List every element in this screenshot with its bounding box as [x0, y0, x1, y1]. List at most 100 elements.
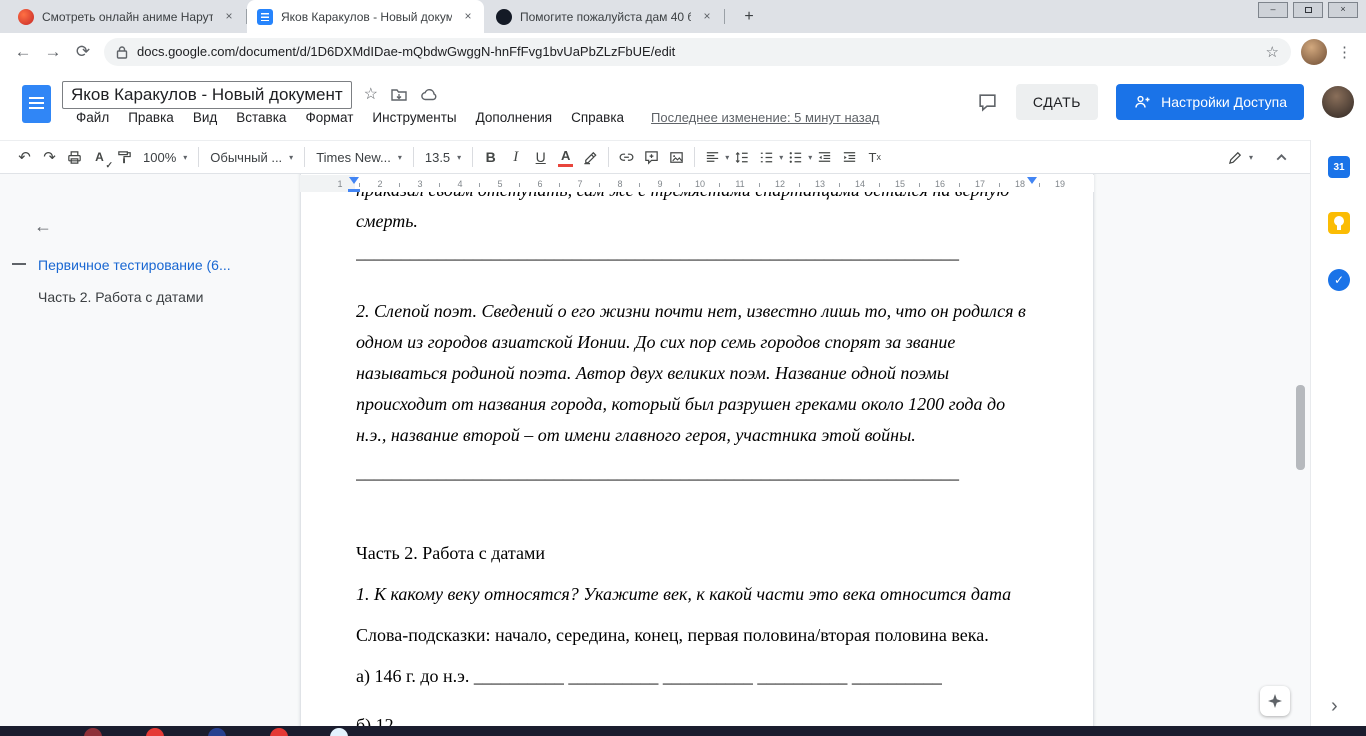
ruler-numbers: 12345678910111213141516171819	[300, 175, 1094, 192]
text-color-button[interactable]: A	[553, 144, 578, 170]
toolbar-divider	[304, 147, 305, 167]
doc-line: смерть.	[356, 206, 1035, 237]
taskbar-app-icon[interactable]	[270, 728, 288, 736]
align-button[interactable]	[700, 144, 725, 170]
vertical-scrollbar[interactable]	[1296, 385, 1305, 470]
hide-side-panel-button[interactable]: ›	[1331, 695, 1338, 718]
menu-tools[interactable]: Инструменты	[372, 110, 456, 125]
numbered-list-button[interactable]	[754, 144, 779, 170]
docs-header: Яков Каракулов - Новый документ ☆ Файл П…	[0, 70, 1366, 140]
highlight-color-button[interactable]	[578, 144, 603, 170]
window-minimize-button[interactable]: –	[1258, 2, 1288, 18]
browser-tab-docs-active[interactable]: Яков Каракулов - Новый докум ×	[247, 0, 484, 33]
tab-close-icon[interactable]: ×	[221, 9, 237, 25]
bold-button[interactable]: B	[478, 144, 503, 170]
menu-file[interactable]: Файл	[76, 110, 109, 125]
italic-button[interactable]: I	[503, 144, 528, 170]
anime-site-favicon	[18, 9, 34, 25]
font-family-select[interactable]: Times New...▾	[310, 144, 408, 170]
paragraph-style-select[interactable]: Обычный ...▾	[204, 144, 299, 170]
screen: Смотреть онлайн аниме Нарут × Яков Карак…	[0, 0, 1366, 736]
right-indent-marker[interactable]	[1027, 177, 1037, 189]
editing-mode-button[interactable]: ▾	[1227, 144, 1253, 170]
forward-button[interactable]: →	[38, 42, 68, 62]
chevron-down-icon: ▾	[457, 153, 461, 162]
document-status-cloud-icon[interactable]	[420, 86, 438, 104]
docs-logo-icon[interactable]	[22, 85, 51, 123]
taskbar-app-icon[interactable]	[84, 728, 102, 736]
decrease-indent-button[interactable]	[812, 144, 837, 170]
paint-format-button[interactable]	[112, 144, 137, 170]
browser-profile-avatar[interactable]	[1301, 39, 1327, 65]
menu-format[interactable]: Формат	[305, 110, 353, 125]
underline-button[interactable]: U	[528, 144, 553, 170]
document-page[interactable]: приказал своим отступать, сам же с тремя…	[300, 174, 1094, 726]
font-size-select[interactable]: 13.5▾	[419, 144, 467, 170]
zoom-select[interactable]: 100%▾	[137, 144, 193, 170]
close-outline-button[interactable]: ←	[34, 216, 52, 237]
tab-close-icon[interactable]: ×	[699, 9, 715, 25]
windows-taskbar[interactable]	[0, 726, 1366, 736]
taskbar-app-icon[interactable]	[208, 728, 226, 736]
window-close-button[interactable]: ×	[1328, 2, 1358, 18]
collapse-menus-button[interactable]	[1269, 144, 1294, 170]
browser-tab-znanija[interactable]: Помогите пожалуйста дам 40 б ×	[486, 0, 723, 33]
move-to-folder-icon[interactable]	[390, 86, 408, 104]
horizontal-ruler[interactable]: 12345678910111213141516171819	[300, 175, 1094, 192]
last-edit-link[interactable]: Последнее изменение: 5 минут назад	[651, 110, 879, 125]
menu-edit[interactable]: Правка	[128, 110, 174, 125]
left-indent-marker[interactable]	[349, 177, 359, 189]
maximize-icon	[1305, 7, 1312, 13]
insert-link-button[interactable]	[614, 144, 639, 170]
outline-position-indicator	[12, 263, 26, 265]
doc-line: называться родиной поэта. Автор двух вел…	[356, 358, 1035, 389]
menu-view[interactable]: Вид	[193, 110, 217, 125]
window-maximize-button[interactable]	[1293, 2, 1323, 18]
clear-formatting-button[interactable]: Tx	[862, 144, 887, 170]
calendar-icon[interactable]: 31	[1328, 156, 1350, 178]
insert-comment-button[interactable]	[639, 144, 664, 170]
first-line-indent-marker[interactable]	[348, 189, 360, 192]
question-line: 1. К какому веку относятся? Укажите век,…	[356, 579, 1035, 610]
person-add-icon	[1133, 93, 1151, 111]
redo-button[interactable]: ↷	[37, 144, 62, 170]
insert-image-button[interactable]	[664, 144, 689, 170]
chevron-down-icon: ▾	[289, 153, 293, 162]
browser-tab-anime[interactable]: Смотреть онлайн аниме Нарут ×	[8, 0, 245, 33]
document-text[interactable]: приказал своим отступать, сам же с тремя…	[356, 175, 1035, 726]
account-avatar[interactable]	[1322, 86, 1354, 118]
increase-indent-button[interactable]	[837, 144, 862, 170]
doc-line: н.э., название второй – от имени главног…	[356, 420, 1035, 451]
address-bar[interactable]: docs.google.com/document/d/1D6DXMdIDae-m…	[104, 38, 1291, 66]
bookmark-star-icon[interactable]: ☆	[1266, 43, 1279, 61]
menu-insert[interactable]: Вставка	[236, 110, 286, 125]
new-tab-button[interactable]: +	[737, 5, 761, 29]
turn-in-button[interactable]: СДАТЬ	[1016, 84, 1098, 120]
tasks-icon[interactable]: ✓	[1328, 269, 1350, 291]
outline-item[interactable]: Часть 2. Работа с датами	[38, 289, 278, 305]
browser-menu-icon[interactable]: ⋮	[1337, 43, 1352, 61]
line-spacing-button[interactable]	[729, 144, 754, 170]
document-title-input[interactable]: Яков Каракулов - Новый документ	[62, 81, 352, 109]
share-button[interactable]: Настройки Доступа	[1116, 84, 1304, 120]
print-button[interactable]	[62, 144, 87, 170]
comments-icon[interactable]	[977, 92, 998, 113]
spellcheck-button[interactable]: A✓	[87, 144, 112, 170]
menu-addons[interactable]: Дополнения	[476, 110, 552, 125]
toolbar-divider	[472, 147, 473, 167]
menu-help[interactable]: Справка	[571, 110, 624, 125]
undo-button[interactable]: ↶	[12, 144, 37, 170]
bulleted-list-button[interactable]	[783, 144, 808, 170]
tab-close-icon[interactable]: ×	[460, 9, 476, 25]
star-document-icon[interactable]: ☆	[364, 87, 378, 103]
tab-title: Яков Каракулов - Новый докум	[281, 10, 452, 24]
window-controls: – ×	[1258, 2, 1358, 18]
lock-icon	[116, 45, 128, 59]
keep-icon[interactable]	[1328, 212, 1350, 234]
explore-button[interactable]	[1260, 686, 1290, 716]
taskbar-app-icon[interactable]	[330, 728, 348, 736]
back-button[interactable]: ←	[8, 42, 38, 62]
taskbar-app-icon[interactable]	[146, 728, 164, 736]
reload-button[interactable]: ⟳	[68, 42, 98, 62]
outline-item-active[interactable]: Первичное тестирование (6...	[38, 257, 278, 273]
